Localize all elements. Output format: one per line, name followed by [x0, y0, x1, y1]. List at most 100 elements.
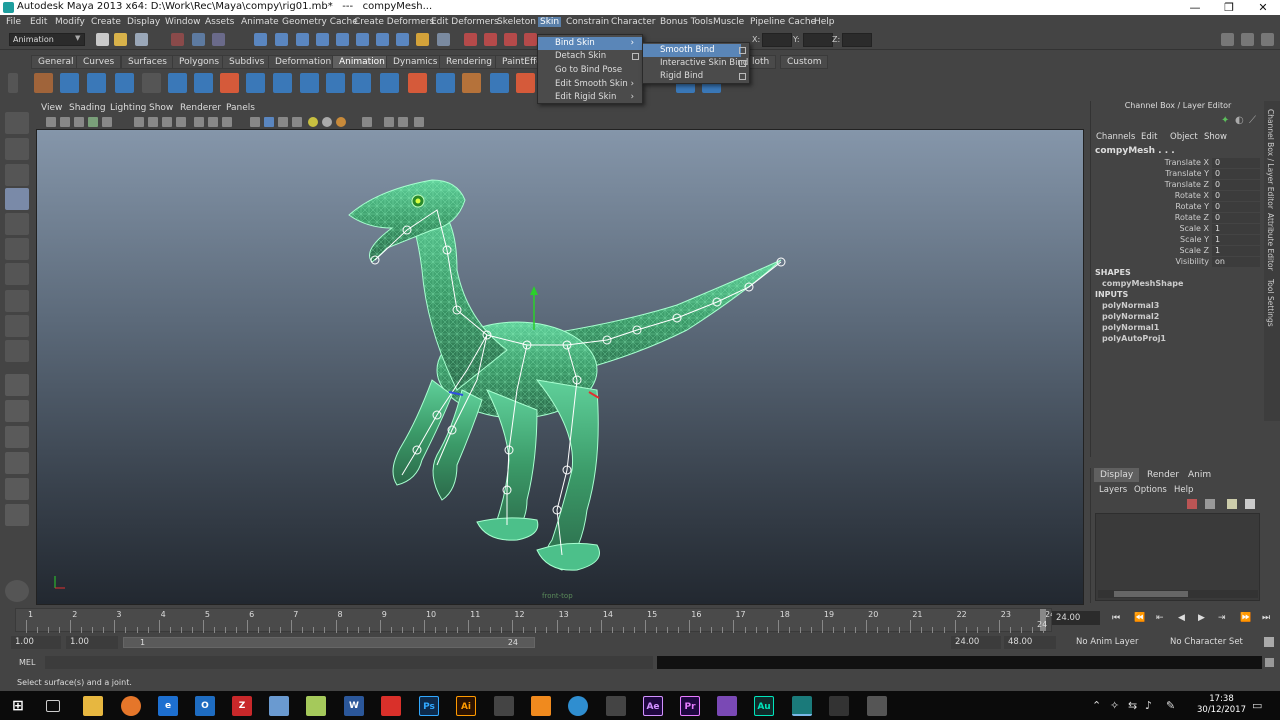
layer-options-icon[interactable] [1245, 499, 1255, 509]
wrap-icon[interactable] [490, 73, 509, 93]
notepad-icon[interactable] [269, 696, 289, 716]
layer-tab-display[interactable]: Display [1094, 468, 1140, 482]
input-node[interactable]: polyNormal2 [1102, 312, 1159, 321]
cluster-icon[interactable] [380, 73, 399, 93]
blend-shape-icon[interactable] [462, 73, 481, 93]
tray-volume-icon[interactable]: ♪ [1145, 699, 1152, 712]
aim-constraint-icon[interactable] [300, 73, 319, 93]
smooth-shade-icon[interactable] [264, 117, 274, 127]
interactive-bind-option-box-icon[interactable] [739, 60, 746, 67]
image-plane-icon[interactable] [88, 117, 98, 127]
layer-list[interactable] [1095, 513, 1260, 601]
shelf-tab-polygons[interactable]: Polygons [172, 55, 227, 69]
camera-attr-icon[interactable] [60, 117, 70, 127]
menu-create-deformers[interactable]: Create Deformers [354, 17, 434, 27]
show-manip-icon[interactable] [5, 315, 29, 337]
spreadsheet-icon[interactable] [306, 696, 326, 716]
safe-title-icon[interactable] [222, 117, 232, 127]
safe-action-icon[interactable] [208, 117, 218, 127]
select-tool-icon[interactable] [5, 112, 29, 134]
attr-row[interactable]: Scale Y1 [1095, 235, 1261, 246]
attr-row[interactable]: Rotate Y0 [1095, 202, 1261, 213]
history-icon[interactable] [356, 33, 369, 46]
menu-item-rigid-bind[interactable]: Rigid Bind [643, 70, 741, 83]
layer-scrollbar[interactable] [1098, 590, 1258, 598]
layer-tab-anim[interactable]: Anim [1182, 468, 1217, 482]
make-live-icon[interactable] [336, 33, 349, 46]
taskbar-clock[interactable]: 17:38 30/12/2017 [1197, 694, 1246, 716]
command-input[interactable] [45, 656, 653, 669]
attr-value[interactable]: 0 [1212, 213, 1260, 223]
grid-icon[interactable] [134, 117, 144, 127]
scrollbar-thumb[interactable] [1114, 591, 1188, 597]
menu-file[interactable]: File [6, 17, 21, 27]
filezilla-icon[interactable]: Z [232, 696, 252, 716]
attr-row[interactable]: Rotate X0 [1095, 191, 1261, 202]
film-gate-icon[interactable] [148, 117, 158, 127]
pin-icon[interactable]: ✦ [1221, 115, 1229, 126]
open-scene-icon[interactable] [114, 33, 127, 46]
app-icon[interactable] [717, 696, 737, 716]
move-tool-icon[interactable] [5, 188, 29, 210]
menu-display[interactable]: Display [127, 17, 160, 27]
wire-icon[interactable] [436, 73, 455, 93]
attr-row[interactable]: Translate X0 [1095, 158, 1261, 169]
rotate-tool-icon[interactable] [5, 213, 29, 235]
menu-item-go-to-bind-pose[interactable]: Go to Bind Pose [538, 64, 642, 77]
shelf-tab-custom[interactable]: Custom [780, 55, 829, 69]
step-forward-key-icon[interactable]: ⏩ [1240, 613, 1251, 623]
media-encoder-icon[interactable] [494, 696, 514, 716]
shadows-icon[interactable] [322, 117, 332, 127]
time-ruler[interactable]: 1 2 3 4 5 6 7 8 9 10 11 12 13 14 15 16 17 18 19 20 21 22 23 24 2… [15, 608, 1055, 633]
ipr-render-icon[interactable] [484, 33, 497, 46]
word-icon[interactable]: W [344, 696, 364, 716]
current-frame-field[interactable]: 24.00 [1052, 611, 1100, 625]
search-app-icon[interactable] [568, 696, 588, 716]
two-d-pan-icon[interactable] [102, 117, 112, 127]
gate-mask-icon[interactable] [176, 117, 186, 127]
audition-icon[interactable]: Au [754, 696, 774, 716]
last-tool-icon[interactable] [5, 340, 29, 362]
xray-joints-icon[interactable] [398, 117, 408, 127]
attr-value[interactable]: 1 [1212, 246, 1260, 256]
attr-value[interactable]: 0 [1212, 202, 1260, 212]
constraint-icon[interactable] [220, 73, 239, 93]
outlook-icon[interactable]: O [195, 696, 215, 716]
graph-layout-icon[interactable] [5, 452, 29, 474]
menu-edit[interactable]: Edit [30, 17, 47, 27]
viewport-menu-shading[interactable]: Shading [69, 103, 106, 113]
play-backwards-icon[interactable]: ◀ [1178, 613, 1185, 623]
step-forward-frame-icon[interactable]: ⇥ [1218, 613, 1226, 623]
rigid-bind-option-box-icon[interactable] [739, 73, 746, 80]
side-tab-attribute-editor[interactable]: Attribute Editor [1266, 213, 1275, 271]
ik-handle-icon[interactable] [60, 73, 79, 93]
point-constraint-icon[interactable] [273, 73, 292, 93]
menu-help[interactable]: Help [814, 17, 835, 27]
menu-animate[interactable]: Animate [241, 17, 279, 27]
cb-menu-show[interactable]: Show [1204, 132, 1227, 142]
paint-weights-icon[interactable] [516, 73, 535, 93]
attr-row[interactable]: Scale X1 [1095, 224, 1261, 235]
shelf-tab-rendering[interactable]: Rendering [439, 55, 499, 69]
speed-icon[interactable]: ⟋ [1249, 115, 1256, 126]
menu-skeleton[interactable]: Skeleton [497, 17, 536, 27]
character-set-dropdown[interactable]: No Character Set [1170, 637, 1243, 647]
edge-icon[interactable]: e [158, 696, 178, 716]
soft-mod-icon[interactable] [5, 290, 29, 312]
xray-icon[interactable] [384, 117, 394, 127]
task-view-icon[interactable] [46, 700, 60, 712]
settings-gear-icon[interactable] [606, 696, 626, 716]
anim-layer-dropdown[interactable]: No Anim Layer [1076, 637, 1139, 647]
menu-item-bind-skin[interactable]: Bind Skin › [538, 37, 642, 50]
input-node[interactable]: polyNormal1 [1102, 323, 1159, 332]
snap-curve-icon[interactable] [275, 33, 288, 46]
lattice-icon[interactable] [408, 73, 427, 93]
skeleton-icon[interactable] [142, 73, 161, 93]
attr-value[interactable]: 0 [1212, 158, 1260, 168]
paint-select-icon[interactable] [5, 164, 29, 186]
firefox-icon[interactable] [121, 696, 141, 716]
layer-from-selected-icon[interactable] [1205, 499, 1215, 509]
menu-item-edit-smooth-skin[interactable]: Edit Smooth Skin › [538, 78, 642, 91]
playback-start-field[interactable]: 1.00 [66, 636, 118, 649]
new-layer-icon[interactable] [1187, 499, 1197, 509]
